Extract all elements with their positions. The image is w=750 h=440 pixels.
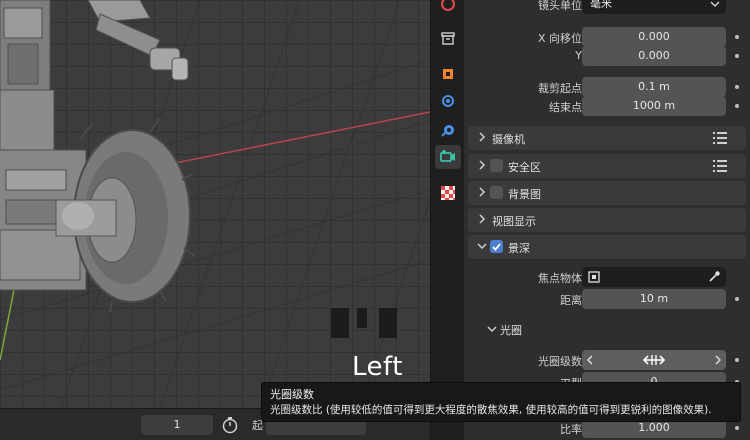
keyframe-dot[interactable] — [735, 85, 739, 89]
presets-list-icon[interactable] — [712, 130, 728, 146]
lens-unit-label: 镜头单位 — [538, 0, 582, 12]
fstop-row: 光圈级数 — [464, 350, 750, 370]
chevron-down-icon — [710, 1, 720, 8]
depth-of-field-section-title: 景深 — [508, 242, 530, 255]
keyframe-dot[interactable] — [735, 297, 739, 301]
current-frame-field[interactable]: 1 — [141, 415, 213, 435]
aperture-subpanel-title: 光圈 — [500, 324, 522, 337]
render-tab-icon — [441, 0, 455, 11]
chevron-right-icon — [479, 132, 486, 142]
keyframe-dot[interactable] — [735, 54, 739, 58]
fstop-tooltip: 光圈级数 光圈级数比 (使用较低的值可得到更大程度的散焦效果, 使用较高的值可得… — [261, 382, 741, 422]
clip-start-field[interactable]: 0.1 m — [582, 77, 726, 97]
clip-end-label: 结束点 — [549, 101, 582, 114]
fstop-field[interactable] — [582, 350, 726, 370]
background-images-checkbox[interactable] — [490, 186, 503, 199]
shift-y-label: Y — [575, 49, 582, 62]
object-tab[interactable] — [435, 62, 461, 86]
chevron-right-icon — [479, 160, 486, 170]
depth-of-field-checkbox[interactable] — [490, 240, 503, 253]
physics-tab-icon — [441, 125, 454, 137]
focus-object-field[interactable] — [582, 267, 726, 287]
focus-object-label: 焦点物体 — [538, 272, 582, 285]
output-tab-icon — [441, 32, 455, 45]
safe-areas-section-header[interactable]: 安全区 — [468, 154, 746, 178]
chevron-down-icon — [477, 243, 487, 250]
ratio-label: 比率 — [560, 423, 582, 436]
keyframe-dot[interactable] — [735, 358, 739, 362]
render-tab[interactable] — [435, 0, 461, 16]
modifier-tab-icon — [442, 95, 454, 107]
keyframe-dot[interactable] — [735, 426, 739, 430]
robot-model-render — [0, 0, 430, 408]
tooltip-title: 光圈级数 — [270, 388, 314, 401]
background-images-section-header[interactable]: 背景图 — [468, 181, 746, 205]
shift-x-row: X 向移位 0.000 — [464, 27, 750, 47]
increment-arrow-icon[interactable] — [714, 355, 722, 365]
clip-end-row: 结束点 1000 m — [464, 96, 750, 116]
focus-distance-field[interactable]: 10 m — [582, 289, 726, 309]
focus-distance-row: 距离 10 m — [464, 289, 750, 309]
focus-object-row: 焦点物体 — [464, 267, 750, 287]
lens-unit-dropdown[interactable]: 毫米 — [582, 0, 726, 14]
lens-unit-value: 毫米 — [590, 0, 612, 10]
clip-end-field[interactable]: 1000 m — [582, 96, 726, 116]
properties-tab-bar — [430, 0, 464, 440]
clip-start-label: 裁剪起点 — [538, 82, 582, 95]
safe-areas-checkbox[interactable] — [490, 159, 503, 172]
chevron-right-icon — [479, 214, 486, 224]
y-axis-line — [0, 289, 15, 361]
viewport-display-section-header[interactable]: 视图显示 — [468, 208, 746, 232]
safe-areas-section-title: 安全区 — [508, 161, 541, 174]
camera-section-header[interactable]: 摄像机 — [468, 126, 746, 150]
texture-tab-icon — [441, 186, 455, 200]
chevron-down-icon — [487, 326, 497, 333]
output-tab[interactable] — [435, 26, 461, 50]
lens-unit-row: 镜头单位 毫米 — [464, 0, 750, 14]
tooltip-description: 光圈级数比 (使用较低的值可得到更大程度的散焦效果, 使用较高的值可得到更锐利的… — [270, 404, 712, 416]
camera-overlay-icon — [331, 308, 349, 338]
camera-data-tab[interactable] — [435, 145, 461, 169]
object-picker-icon — [588, 271, 600, 283]
drag-cursor-icon — [642, 355, 666, 365]
camera-data-tab-icon — [440, 150, 455, 162]
shift-x-field[interactable]: 0.000 — [582, 27, 726, 47]
view-label: Left — [352, 352, 403, 382]
fstop-label: 光圈级数 — [538, 355, 582, 368]
texture-tab[interactable] — [435, 181, 461, 205]
aperture-subpanel-header[interactable]: 光圈 — [474, 318, 746, 340]
chevron-right-icon — [479, 187, 486, 197]
3d-viewport[interactable]: Left — [0, 0, 430, 408]
background-images-section-title: 背景图 — [508, 188, 541, 201]
shift-y-row: Y 0.000 — [464, 46, 750, 66]
keyframe-dot[interactable] — [735, 104, 739, 108]
camera-overlay-icon — [379, 308, 397, 338]
stopwatch-icon[interactable] — [221, 416, 239, 434]
viewport-display-section-title: 视图显示 — [492, 215, 536, 228]
decrement-arrow-icon[interactable] — [586, 355, 594, 365]
camera-section-title: 摄像机 — [492, 133, 525, 146]
shift-y-field[interactable]: 0.000 — [582, 46, 726, 66]
keyframe-dot[interactable] — [735, 35, 739, 39]
object-tab-icon — [443, 69, 453, 79]
eyedropper-icon[interactable] — [708, 270, 721, 283]
focus-distance-label: 距离 — [560, 294, 582, 307]
physics-tab[interactable] — [435, 118, 461, 142]
properties-panel: 镜头单位 毫米 X 向移位 0.000 Y 0.000 裁剪起点 0.1 m 结… — [464, 0, 750, 440]
presets-list-icon[interactable] — [712, 158, 728, 174]
shift-x-label: X 向移位 — [537, 32, 582, 45]
depth-of-field-section-header[interactable]: 景深 — [468, 235, 746, 259]
checkmark-icon — [492, 243, 501, 251]
clip-start-row: 裁剪起点 0.1 m — [464, 77, 750, 97]
camera-overlay-icon — [357, 308, 367, 328]
modifier-tab[interactable] — [435, 89, 461, 113]
